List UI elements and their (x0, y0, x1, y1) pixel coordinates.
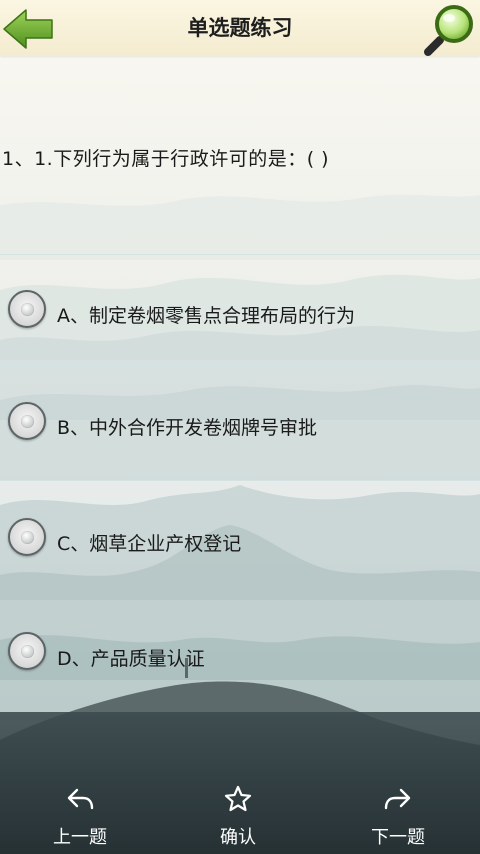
confirm-label: 确认 (220, 827, 256, 848)
radio-button-a[interactable] (8, 290, 46, 328)
radio-button-b[interactable] (8, 402, 46, 440)
bottom-toolbar: 上一题 确认 下一题 (0, 770, 480, 854)
previous-question-label: 上一题 (53, 827, 107, 848)
magnifier-icon (424, 5, 473, 56)
reply-arrow-icon (67, 788, 94, 810)
next-question-button[interactable]: 下一题 (338, 770, 458, 854)
option-b[interactable]: B、中外合作开发卷烟牌号审批 (0, 366, 480, 479)
next-question-label: 下一题 (371, 827, 425, 848)
option-d[interactable]: D、产品质量认证 (0, 596, 480, 708)
radio-button-d[interactable] (8, 632, 46, 670)
option-c[interactable]: C、烟草企业产权登记 (0, 480, 480, 593)
option-d-label: D、产品质量认证 (57, 648, 205, 670)
question-text: 1、1.下列行为属于行政许可的是：( ) (2, 148, 330, 170)
radio-button-c[interactable] (8, 518, 46, 556)
search-button[interactable] (424, 2, 476, 56)
previous-question-button[interactable]: 上一题 (20, 770, 140, 854)
option-a-label: A、制定卷烟零售点合理布局的行为 (57, 305, 355, 327)
option-a[interactable]: A、制定卷烟零售点合理布局的行为 (0, 254, 480, 367)
title-bar: 单选题练习 (0, 0, 480, 56)
page-title: 单选题练习 (187, 16, 293, 40)
confirm-button[interactable]: 确认 (178, 770, 298, 854)
option-c-label: C、烟草企业产权登记 (57, 533, 242, 555)
forward-arrow-icon (384, 788, 411, 810)
star-icon (224, 785, 252, 812)
option-b-label: B、中外合作开发卷烟牌号审批 (57, 417, 318, 439)
